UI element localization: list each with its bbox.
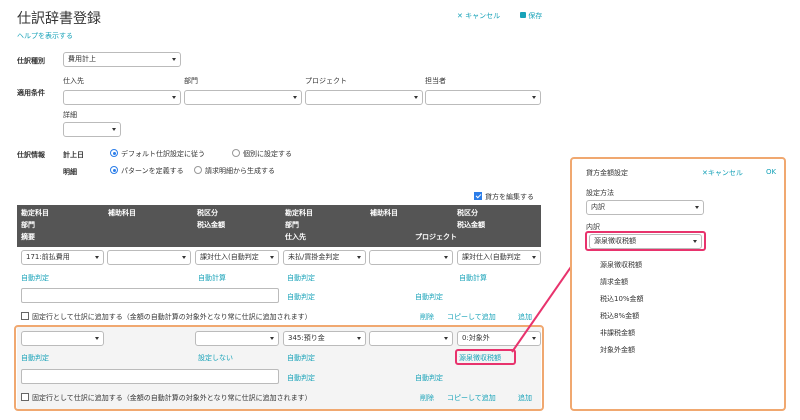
radio-selected-icon: [110, 166, 118, 174]
method-label: 設定方法: [586, 189, 614, 197]
chevron-down-icon: [95, 256, 99, 259]
chevron-down-icon: [182, 256, 186, 259]
credit-account-select-2[interactable]: 345:預り金: [283, 331, 366, 346]
panel-cancel-button[interactable]: ✕キャンセル: [702, 168, 743, 178]
breakdown-option[interactable]: 非課税金額: [600, 328, 635, 338]
debit-dept-auto-link[interactable]: 自動判定: [21, 273, 49, 283]
journal-type-select[interactable]: 費用計上: [63, 52, 181, 67]
chevron-down-icon: [270, 256, 274, 259]
credit-subaccount-select-2[interactable]: [369, 331, 453, 346]
detail-pattern-radio[interactable]: パターンを定義する: [110, 166, 184, 176]
breakdown-option[interactable]: 対象外金額: [600, 345, 635, 355]
person-label: 担当者: [425, 77, 446, 85]
chevron-down-icon: [112, 128, 116, 131]
chevron-down-icon: [95, 337, 99, 340]
breakdown-highlight: [585, 231, 706, 251]
breakdown-option[interactable]: 源泉徴収税額: [600, 260, 642, 270]
debit-amount-auto-link[interactable]: 自動計算: [198, 273, 226, 283]
chevron-down-icon: [270, 337, 274, 340]
checkbox-icon: [21, 393, 29, 401]
chevron-down-icon: [444, 337, 448, 340]
radio-icon: [194, 166, 202, 174]
date-default-radio[interactable]: デフォルト仕訳設定に従う: [110, 149, 205, 159]
project-select[interactable]: [305, 90, 423, 105]
debit-dept-auto-link-2[interactable]: 自動判定: [21, 353, 49, 363]
save-button[interactable]: 保存: [520, 11, 542, 21]
credit-subaccount-select[interactable]: [369, 250, 453, 265]
detail-invoice-radio[interactable]: 請求明細から生成する: [194, 166, 275, 176]
credit-project-auto-link-2[interactable]: 自動判定: [415, 373, 443, 383]
radio-selected-icon: [110, 149, 118, 157]
checkbox-icon: [21, 312, 29, 320]
supplier-select[interactable]: [63, 90, 181, 105]
debit-memo-input[interactable]: [21, 288, 279, 303]
chevron-down-icon: [172, 96, 176, 99]
radio-icon: [232, 149, 240, 157]
chevron-down-icon: [414, 96, 418, 99]
copy-add-link-2[interactable]: コピーして追加: [447, 393, 496, 403]
chevron-down-icon: [532, 96, 536, 99]
panel-title: 貸方金額設定: [586, 169, 628, 177]
project-label: プロジェクト: [305, 77, 347, 85]
panel-ok-button[interactable]: OK: [766, 168, 776, 176]
edit-credit-checkbox[interactable]: 貸方を編集する: [474, 192, 534, 202]
debit-tax-select-2[interactable]: [195, 331, 279, 346]
department-label: 部門: [184, 77, 198, 85]
chevron-down-icon: [695, 206, 699, 209]
chevron-down-icon: [293, 96, 297, 99]
save-icon: [520, 12, 526, 18]
debit-tax-select[interactable]: 課対仕入(自動判定: [195, 250, 279, 265]
date-label: 計上日: [63, 151, 84, 159]
debit-subaccount-select[interactable]: [107, 250, 191, 265]
method-select[interactable]: 内訳: [586, 200, 704, 215]
debit-account-select-2[interactable]: [21, 331, 104, 346]
person-select[interactable]: [425, 90, 541, 105]
credit-project-auto-link[interactable]: 自動判定: [415, 292, 443, 302]
credit-dept-auto-link-2[interactable]: 自動判定: [287, 353, 315, 363]
detail-select[interactable]: [63, 122, 121, 137]
table-header: 勘定科目 部門 摘要 補助科目 税区分 税込金額 勘定科目 部門 仕入先 補助科…: [17, 205, 541, 247]
cancel-button[interactable]: ✕ キャンセル: [457, 11, 500, 21]
breakdown-option[interactable]: 税込8%金額: [600, 311, 639, 321]
debit-memo-input-2[interactable]: [21, 369, 279, 384]
chevron-down-icon: [357, 256, 361, 259]
breakdown-option[interactable]: 税込10%金額: [600, 294, 644, 304]
detail-row-label: 明細: [63, 168, 77, 176]
credit-dept-auto-link[interactable]: 自動判定: [287, 273, 315, 283]
help-link[interactable]: ヘルプを表示する: [17, 31, 73, 41]
chevron-down-icon: [357, 337, 361, 340]
delete-row-link[interactable]: 削除: [420, 312, 434, 322]
chevron-down-icon: [444, 256, 448, 259]
info-label: 仕訳情報: [17, 151, 45, 159]
credit-amount-auto-link[interactable]: 自動計算: [459, 273, 487, 283]
credit-supplier-auto-link[interactable]: 自動判定: [287, 292, 315, 302]
add-row-link-2[interactable]: 追加: [518, 393, 532, 403]
supplier-label: 仕入先: [63, 77, 84, 85]
credit-supplier-auto-link-2[interactable]: 自動判定: [287, 373, 315, 383]
checkbox-checked-icon: [474, 192, 482, 200]
fixed-row-checkbox-2[interactable]: 固定行として仕訳に追加する（金額の自動計算の対象外となり常に仕訳に追加されます）: [21, 393, 312, 403]
debit-account-select[interactable]: 171:前払費用: [21, 250, 104, 265]
chevron-down-icon: [172, 58, 176, 61]
journal-type-label: 仕訳種別: [17, 57, 45, 65]
debit-amount-none-link[interactable]: 設定しない: [198, 353, 233, 363]
credit-account-select[interactable]: 未払/買掛金判定: [283, 250, 366, 265]
delete-row-link-2[interactable]: 削除: [420, 393, 434, 403]
conditions-label: 適用条件: [17, 89, 45, 97]
date-individual-radio[interactable]: 個別に設定する: [232, 149, 292, 159]
breakdown-option[interactable]: 請求金額: [600, 277, 628, 287]
detail-label: 詳細: [63, 111, 77, 119]
page-title: 仕訳辞書登録: [17, 11, 101, 27]
department-select[interactable]: [184, 90, 302, 105]
copy-add-link[interactable]: コピーして追加: [447, 312, 496, 322]
close-icon: ✕: [457, 12, 463, 20]
fixed-row-checkbox[interactable]: 固定行として仕訳に追加する（金額の自動計算の対象外となり常に仕訳に追加されます）: [21, 312, 312, 322]
